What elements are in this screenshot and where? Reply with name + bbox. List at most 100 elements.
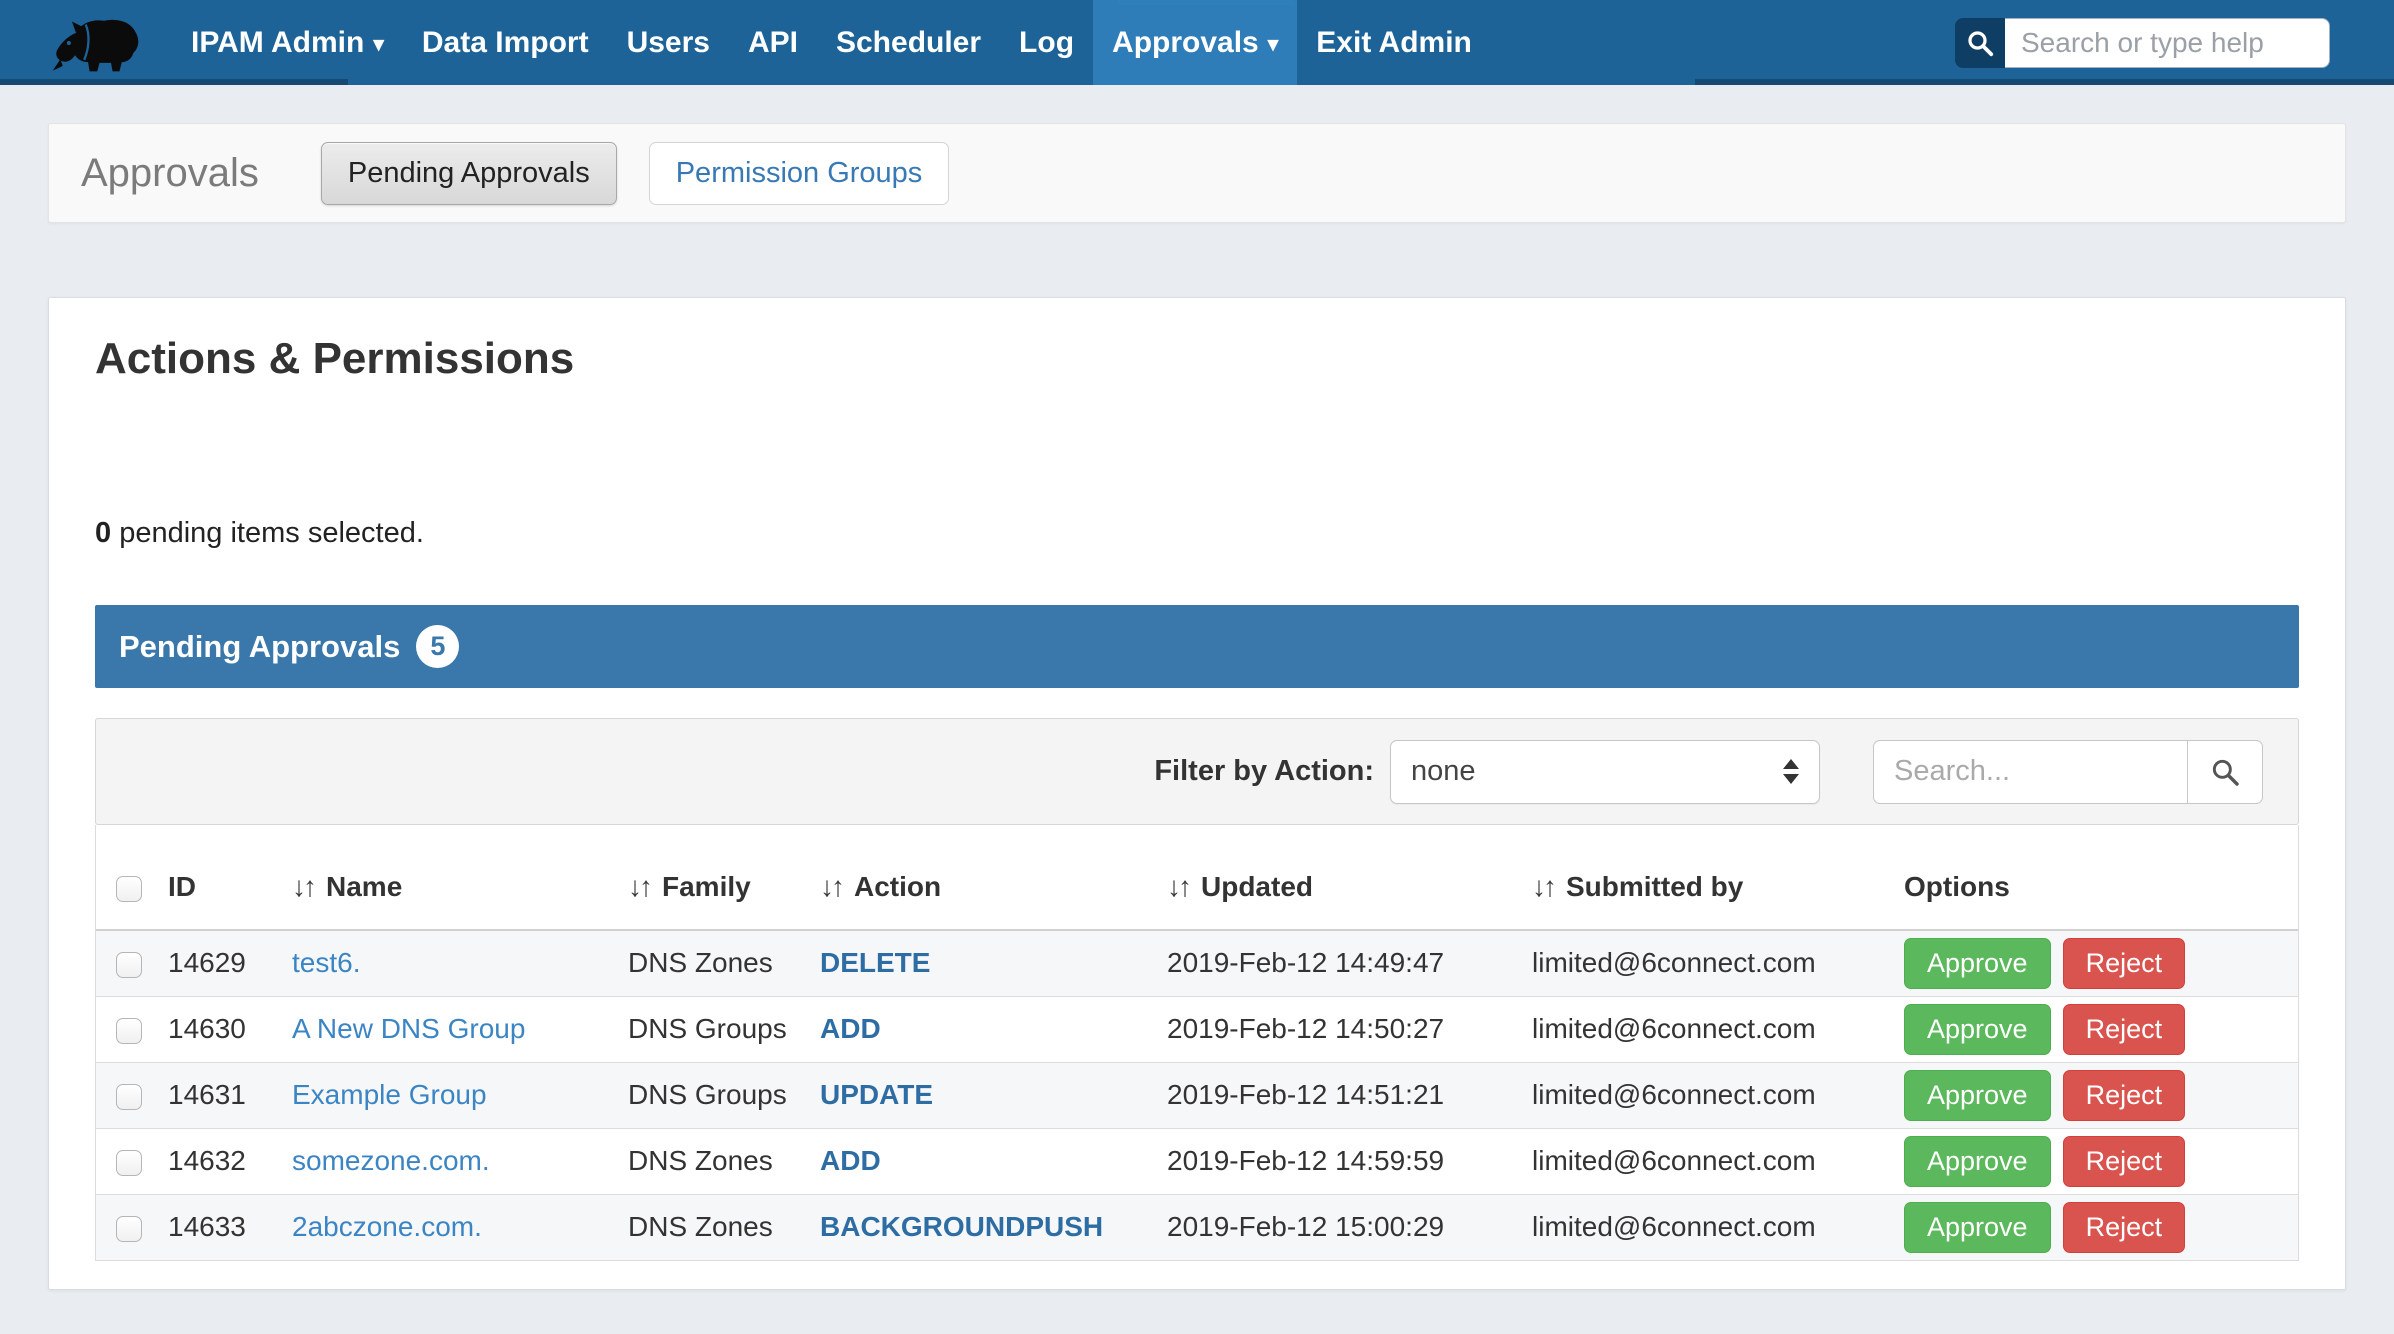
column-header-name[interactable]: ↓↑Name — [272, 825, 608, 930]
sort-icon: ↓↑ — [820, 871, 842, 902]
approve-button[interactable]: Approve — [1904, 938, 2051, 989]
approve-button[interactable]: Approve — [1904, 1070, 2051, 1121]
row-updated: 2019-Feb-12 14:49:47 — [1147, 930, 1512, 996]
row-action-type[interactable]: UPDATE — [820, 1079, 933, 1110]
sort-icon: ↓↑ — [292, 871, 314, 902]
row-checkbox[interactable] — [116, 1084, 142, 1110]
row-action-cell: ADD — [800, 1128, 1147, 1194]
row-checkbox[interactable] — [116, 1216, 142, 1242]
row-id: 14630 — [148, 996, 272, 1062]
row-name-link[interactable]: somezone.com. — [292, 1145, 490, 1176]
approve-button[interactable]: Approve — [1904, 1004, 2051, 1055]
row-family: DNS Zones — [608, 1128, 800, 1194]
row-updated: 2019-Feb-12 14:59:59 — [1147, 1128, 1512, 1194]
row-name-link[interactable]: Example Group — [292, 1079, 487, 1110]
table-row: 14632 somezone.com. DNS Zones ADD 2019-Feb-1… — [96, 1128, 2298, 1194]
select-all-cell — [96, 825, 148, 930]
column-header-label: Action — [854, 871, 941, 902]
row-select-cell — [96, 1062, 148, 1128]
column-header-label: Family — [662, 871, 751, 902]
action-filter-select[interactable]: none — [1390, 740, 1820, 804]
row-options-cell: ApproveReject — [1884, 1062, 2298, 1128]
reject-button[interactable]: Reject — [2063, 1004, 2186, 1055]
row-name-link[interactable]: 2abczone.com. — [292, 1211, 482, 1242]
row-family: DNS Zones — [608, 1194, 800, 1260]
table-search-input[interactable] — [1873, 740, 2187, 804]
row-submitted-by: limited@6connect.com — [1512, 1128, 1884, 1194]
row-checkbox[interactable] — [116, 1018, 142, 1044]
banner-title: Pending Approvals — [119, 629, 400, 665]
tab-permission-groups[interactable]: Permission Groups — [649, 142, 950, 205]
reject-button[interactable]: Reject — [2063, 1136, 2186, 1187]
row-checkbox[interactable] — [116, 1150, 142, 1176]
select-arrows-icon — [1783, 759, 1799, 784]
global-search-input[interactable] — [2005, 18, 2330, 68]
row-select-cell — [96, 1194, 148, 1260]
navbar-bottom-accent-right — [1695, 79, 2394, 85]
selected-count: 0 — [95, 517, 111, 549]
nav-item-log[interactable]: Log — [1000, 0, 1093, 85]
chevron-down-icon: ▾ — [1268, 32, 1279, 57]
row-options-cell: ApproveReject — [1884, 1128, 2298, 1194]
column-header-updated[interactable]: ↓↑Updated — [1147, 825, 1512, 930]
row-submitted-by: limited@6connect.com — [1512, 930, 1884, 996]
column-header-family[interactable]: ↓↑Family — [608, 825, 800, 930]
row-action-type[interactable]: BACKGROUNDPUSH — [820, 1211, 1103, 1242]
nav-item-label: Log — [1019, 26, 1074, 60]
reject-button[interactable]: Reject — [2063, 1202, 2186, 1253]
row-select-cell — [96, 996, 148, 1062]
section-heading: Actions & Permissions — [95, 298, 2299, 384]
column-header-label: ID — [168, 871, 196, 902]
row-name-link[interactable]: test6. — [292, 947, 360, 978]
actions-permissions-card: Actions & Permissions 0 pending items se… — [48, 297, 2346, 1290]
row-family: DNS Groups — [608, 996, 800, 1062]
count-badge: 5 — [416, 625, 459, 668]
row-name-cell: test6. — [272, 930, 608, 996]
column-header-submitted-by[interactable]: ↓↑Submitted by — [1512, 825, 1884, 930]
select-all-checkbox[interactable] — [116, 876, 142, 902]
row-name-cell: 2abczone.com. — [272, 1194, 608, 1260]
column-header-options: Options — [1884, 825, 2298, 930]
nav-item-approvals[interactable]: Approvals▾ — [1093, 0, 1297, 85]
row-updated: 2019-Feb-12 15:00:29 — [1147, 1194, 1512, 1260]
table-row: 14631Example GroupDNS GroupsUPDATE2019-F… — [96, 1062, 2298, 1128]
approvals-table-body: 14629test6.DNS ZonesDELETE2019-Feb-12 14… — [96, 930, 2298, 1260]
row-submitted-by: limited@6connect.com — [1512, 1194, 1884, 1260]
approve-button[interactable]: Approve — [1904, 1136, 2051, 1187]
table-header-row: ID↓↑Name↓↑Family↓↑Action↓↑Updated↓↑Submi… — [96, 825, 2298, 930]
search-icon — [2209, 756, 2241, 788]
nav-item-exit-admin[interactable]: Exit Admin — [1297, 0, 1491, 85]
reject-button[interactable]: Reject — [2063, 1070, 2186, 1121]
reject-button[interactable]: Reject — [2063, 938, 2186, 989]
table-search-group — [1873, 740, 2263, 804]
sort-icon: ↓↑ — [1167, 871, 1189, 902]
navbar-search-button[interactable] — [1955, 18, 2005, 68]
tab-pending-approvals[interactable]: Pending Approvals — [321, 142, 617, 205]
nav-item-label: Users — [627, 26, 710, 60]
table-search-button[interactable] — [2187, 740, 2263, 804]
row-id: 14632 — [148, 1128, 272, 1194]
row-action-type[interactable]: DELETE — [820, 947, 930, 978]
row-family: DNS Zones — [608, 930, 800, 996]
row-options-cell: ApproveReject — [1884, 930, 2298, 996]
column-header-action[interactable]: ↓↑ Action — [800, 825, 1147, 930]
rhino-eye — [67, 41, 71, 45]
row-submitted-by: limited@6connect.com — [1512, 1062, 1884, 1128]
approve-button[interactable]: Approve — [1904, 1202, 2051, 1253]
navbar-search — [1955, 18, 2330, 68]
row-action-type[interactable]: ADD — [820, 1145, 881, 1176]
sort-icon: ↓↑ — [1532, 871, 1554, 902]
nav-item-data-import[interactable]: Data Import — [403, 0, 608, 85]
nav-item-api[interactable]: API — [729, 0, 817, 85]
nav-item-scheduler[interactable]: Scheduler — [817, 0, 1000, 85]
table-row: 14629test6.DNS ZonesDELETE2019-Feb-12 14… — [96, 930, 2298, 996]
row-action-type[interactable]: ADD — [820, 1013, 881, 1044]
row-checkbox[interactable] — [116, 952, 142, 978]
nav-item-label: Scheduler — [836, 26, 981, 60]
rhino-logo-icon[interactable] — [52, 9, 144, 77]
table-filter-bar: Filter by Action: none — [95, 718, 2299, 825]
nav-item-users[interactable]: Users — [608, 0, 729, 85]
column-header-id: ID — [148, 825, 272, 930]
row-name-link[interactable]: A New DNS Group — [292, 1013, 525, 1044]
nav-item-ipam-admin[interactable]: IPAM Admin▾ — [172, 0, 403, 85]
